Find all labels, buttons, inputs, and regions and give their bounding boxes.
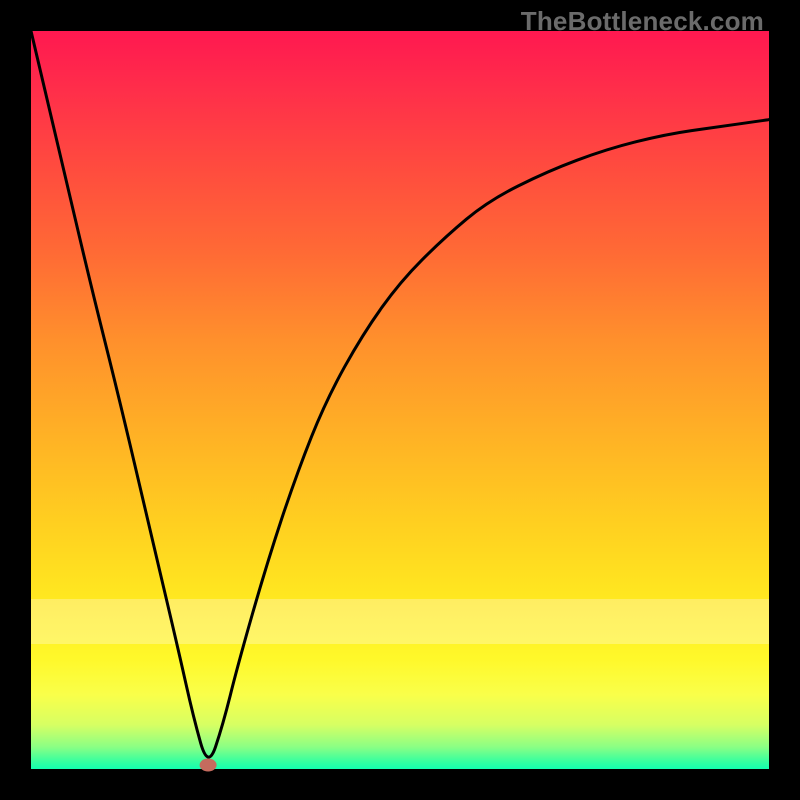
chart-svg — [31, 31, 769, 769]
minimum-marker — [200, 759, 216, 771]
plot-area — [31, 31, 769, 769]
bottleneck-curve — [31, 31, 769, 757]
